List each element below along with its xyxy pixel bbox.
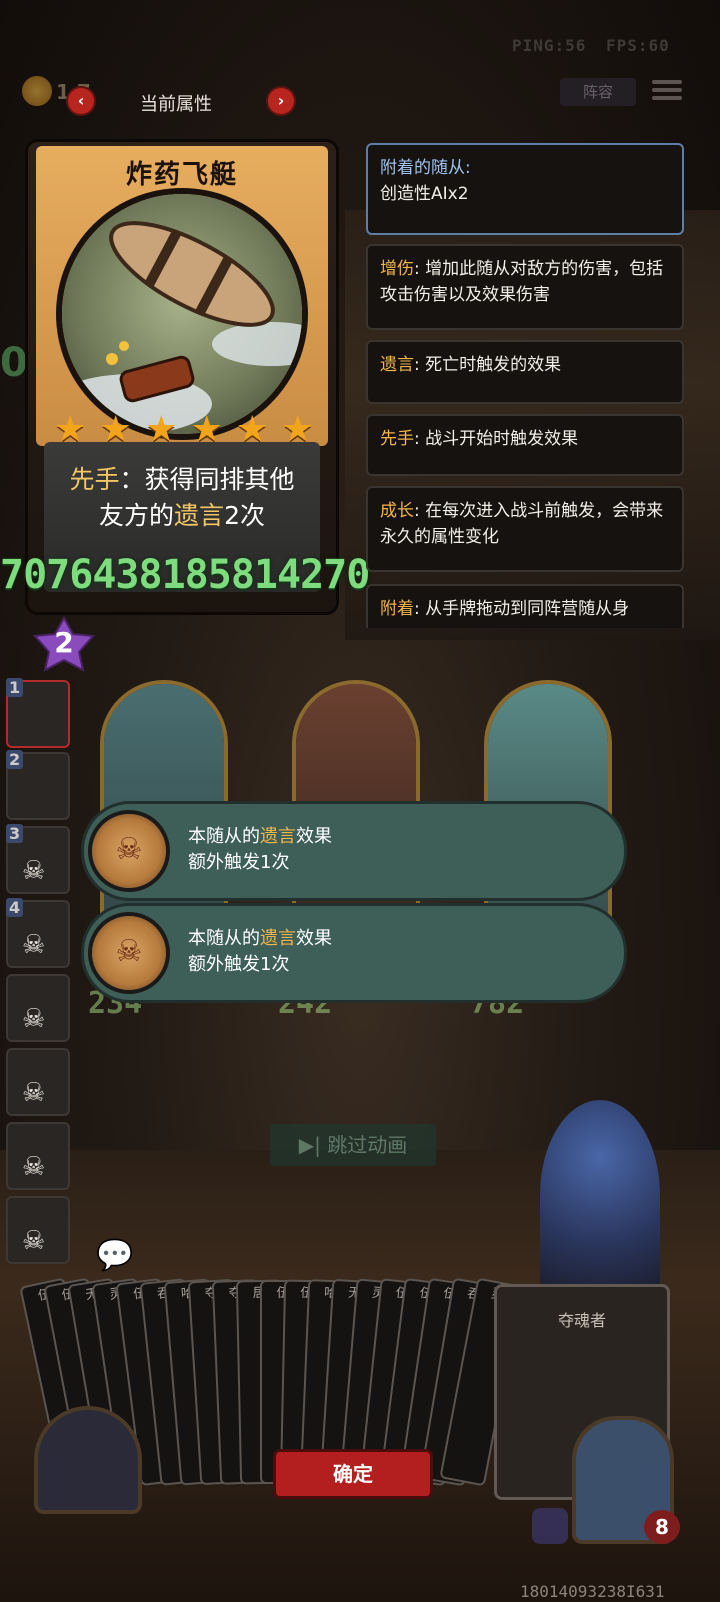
star-icon: ★ (190, 409, 223, 450)
team-slot[interactable]: 1 (6, 678, 70, 748)
slot-number: 2 (6, 750, 24, 769)
skull-icon: ☠ (22, 1078, 46, 1108)
desc-keyword: 先手 (69, 465, 120, 494)
desc-text: 友方的 (99, 501, 175, 530)
deathrattle-scroll-icon: ☠ (92, 814, 166, 888)
star-icon: ★ (54, 409, 87, 450)
damage-number: 7076438185814270 (0, 552, 370, 598)
gold-coin-icon (22, 76, 52, 106)
effect-toast: ☠ 本随从的遗言效果 额外触发1次 (84, 804, 624, 898)
card-description: 先手：获得同排其他 友方的遗言2次 (48, 462, 316, 534)
star-icon: ★ (281, 409, 314, 450)
panel-title: 当前属性 (140, 94, 212, 115)
hand-card-name: 夺魂者 (557, 1311, 606, 1330)
keyword-title: 增伤 (380, 259, 414, 279)
minion-card: 炸药飞艇 ★ ★ ★ ★ ★ ★ 先手：获得同排其他 友方的遗言2次 (28, 142, 336, 612)
hero-level-badge: 2 (32, 615, 96, 672)
skull-icon: ☠ (22, 1152, 46, 1182)
deathrattle-scroll-icon: ☠ (92, 916, 166, 990)
keyword-title: 附着的随从: (380, 158, 471, 178)
toast-text-line2: 额外触发1次 (188, 852, 290, 873)
ping-text: PING:56 (512, 36, 587, 55)
toast-keyword: 遗言 (260, 928, 296, 949)
keyword-deathrattle: 遗言: 死亡时触发的效果 (366, 340, 684, 404)
confirm-button[interactable]: 确定 (276, 1452, 430, 1496)
team-slot[interactable]: ☠ (6, 1196, 70, 1264)
keyword-first-strike: 先手: 战斗开始时触发效果 (366, 414, 684, 476)
keyword-title: 先手 (380, 429, 414, 449)
player-portrait[interactable] (38, 1410, 138, 1510)
keyword-damage-boost: 增伤: 增加此随从对敌方的伤害，包括攻击伤害以及效果伤害 (366, 244, 684, 330)
skull-icon: ☠ (22, 856, 46, 886)
desc-keyword: 遗言 (174, 501, 225, 530)
skip-animation-button[interactable]: ▶| 跳过动画 (270, 1124, 436, 1166)
toast-text: 本随从的遗言效果 额外触发1次 (188, 926, 332, 978)
chat-icon[interactable]: 💬 (96, 1238, 133, 1273)
slot-number: 4 (6, 898, 24, 917)
hero-level-number: 2 (54, 626, 74, 659)
keyword-attached-minion: 附着的随从: 创造性AIx2 (366, 143, 684, 235)
star-rating: ★ ★ ★ ★ ★ ★ (54, 410, 314, 450)
keyword-text: : 死亡时触发的效果 (414, 355, 562, 375)
toast-text-line2: 额外触发1次 (188, 954, 290, 975)
toast-text: 本随从的遗言效果 额外触发1次 (188, 824, 332, 876)
next-arrow-button[interactable]: › (268, 88, 294, 114)
team-slot[interactable]: 3 ☠ (6, 824, 70, 894)
toast-text-pre: 本随从的 (188, 826, 260, 847)
team-slot[interactable]: 4 ☠ (6, 898, 70, 968)
keyword-growth: 成长: 在每次进入战斗前触发，会带来永久的属性变化 (366, 486, 684, 572)
lineup-button[interactable]: 阵容 (560, 78, 636, 106)
shield-icon (532, 1508, 568, 1544)
toast-text-post: 效果 (296, 928, 332, 949)
bottom-id-number: 18014093238I631 (520, 1582, 665, 1601)
side-number-fragment: 0 (0, 340, 28, 386)
prev-arrow-button[interactable]: ‹ (68, 88, 94, 114)
team-slot[interactable]: ☠ (6, 1048, 70, 1116)
keyword-scroll-area[interactable]: 附着: 从手牌拖动到同阵营随从身 (366, 580, 684, 628)
star-icon: ★ (99, 409, 132, 450)
star-icon: ★ (145, 409, 178, 450)
team-slot[interactable]: 2 (6, 750, 70, 820)
hero-character (540, 1100, 660, 1290)
skull-icon: ☠ (22, 1004, 46, 1034)
fps-text: FPS:60 (606, 36, 670, 55)
keyword-attach: 附着: 从手牌拖动到同阵营随从身 (366, 584, 684, 628)
keyword-title: 成长 (380, 501, 414, 521)
skull-icon: ☠ (22, 1226, 46, 1256)
health-badge: 8 (644, 1510, 680, 1544)
slot-number: 1 (6, 678, 24, 697)
skull-icon: ☠ (22, 930, 46, 960)
toast-text-post: 效果 (296, 826, 332, 847)
menu-icon[interactable] (652, 76, 682, 104)
effect-toast: ☠ 本随从的遗言效果 额外触发1次 (84, 906, 624, 1000)
airship-art (62, 194, 302, 434)
toast-text-pre: 本随从的 (188, 928, 260, 949)
keyword-title: 遗言 (380, 355, 414, 375)
keyword-title: 附着 (380, 599, 414, 619)
keyword-text: : 从手牌拖动到同阵营随从身 (414, 599, 630, 619)
keyword-text: : 增加此随从对敌方的伤害，包括攻击伤害以及效果伤害 (380, 259, 664, 305)
card-name: 炸药飞艇 (125, 160, 238, 190)
team-slot[interactable]: ☠ (6, 1122, 70, 1190)
keyword-text: 创造性AIx2 (380, 184, 469, 204)
keyword-text: : 在每次进入战斗前触发，会带来永久的属性变化 (380, 501, 664, 547)
keyword-text: : 战斗开始时触发效果 (414, 429, 579, 449)
star-icon: ★ (236, 409, 269, 450)
desc-text: ：获得同排其他 (119, 465, 295, 494)
slot-number: 3 (6, 824, 24, 843)
team-slot[interactable]: ☠ (6, 974, 70, 1042)
desc-text: 2次 (224, 501, 265, 530)
toast-keyword: 遗言 (260, 826, 296, 847)
